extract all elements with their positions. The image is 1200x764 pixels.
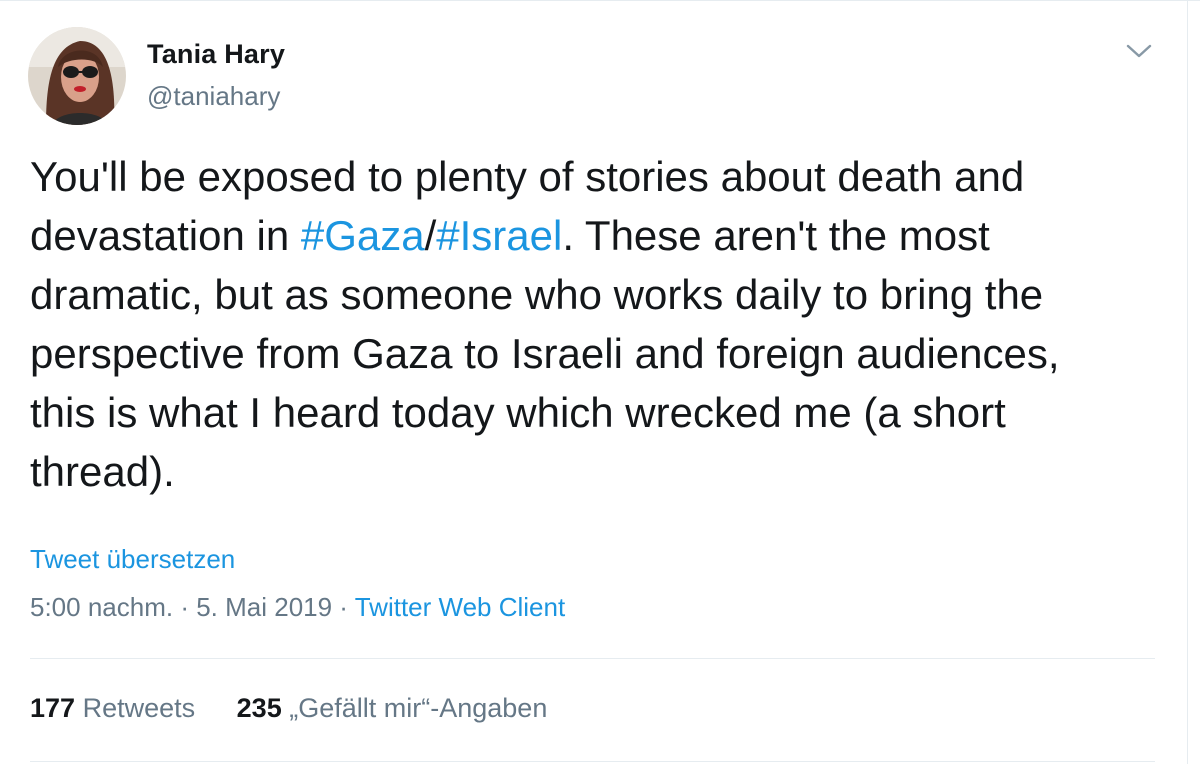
tweet-text-line: You'll be exposed to plenty of stories a… xyxy=(30,147,1170,206)
tweet-text-segment: perspective from Gaza to Israeli and for… xyxy=(30,330,1060,377)
chevron-down-icon[interactable] xyxy=(1124,39,1154,63)
tweet-card: Tania Hary @taniahary You'll be exposed … xyxy=(0,0,1200,764)
tweet-metadata: 5:00 nachm. · 5. Mai 2019 · Twitter Web … xyxy=(30,592,565,623)
tweet-text-line: devastation in #Gaza/#Israel. These aren… xyxy=(30,206,1170,265)
tweet-text-line: dramatic, but as someone who works daily… xyxy=(30,265,1170,324)
tweet-text-segment: this is what I heard today which wrecked… xyxy=(30,389,1006,436)
author-name[interactable]: Tania Hary xyxy=(147,39,285,70)
tweet-text-line: thread). xyxy=(30,442,1170,501)
meta-separator: · xyxy=(173,592,197,622)
retweets-label: Retweets xyxy=(82,693,196,723)
tweet-text-segment: You'll be exposed to plenty of stories a… xyxy=(30,153,1025,200)
card-border xyxy=(1187,1,1188,764)
tweet-stats: 177 Retweets 235 „Gefällt mir“-Angaben xyxy=(30,693,547,724)
hashtag-israel-link[interactable]: #Israel xyxy=(436,212,562,259)
hashtag-gaza-link[interactable]: #Gaza xyxy=(301,212,425,259)
tweet-text-segment: thread). xyxy=(30,448,175,495)
tweet-text: You'll be exposed to plenty of stories a… xyxy=(30,147,1170,501)
tweet-text-segment: dramatic, but as someone who works daily… xyxy=(30,271,1044,318)
divider xyxy=(30,658,1155,659)
retweets-stat[interactable]: 177 Retweets xyxy=(30,693,195,724)
tweet-text-segment: . These aren't the most xyxy=(562,212,990,259)
tweet-date[interactable]: 5. Mai 2019 xyxy=(196,592,332,622)
likes-count: 235 xyxy=(236,693,282,723)
likes-label: „Gefällt mir“-Angaben xyxy=(289,693,548,723)
tweet-client-link[interactable]: Twitter Web Client xyxy=(355,592,565,622)
avatar[interactable] xyxy=(28,27,126,125)
meta-separator: · xyxy=(332,592,355,622)
retweets-count: 177 xyxy=(30,693,76,723)
tweet-time[interactable]: 5:00 nachm. xyxy=(30,592,173,622)
likes-stat[interactable]: 235 „Gefällt mir“-Angaben xyxy=(237,693,548,724)
tweet-text-line: perspective from Gaza to Israeli and for… xyxy=(30,324,1170,383)
author-handle[interactable]: @taniahary xyxy=(147,81,280,112)
tweet-text-segment: / xyxy=(424,212,437,259)
tweet-text-line: this is what I heard today which wrecked… xyxy=(30,383,1170,442)
divider xyxy=(30,761,1155,762)
translate-tweet-link[interactable]: Tweet übersetzen xyxy=(30,544,235,575)
tweet-text-segment: devastation in xyxy=(30,212,301,259)
